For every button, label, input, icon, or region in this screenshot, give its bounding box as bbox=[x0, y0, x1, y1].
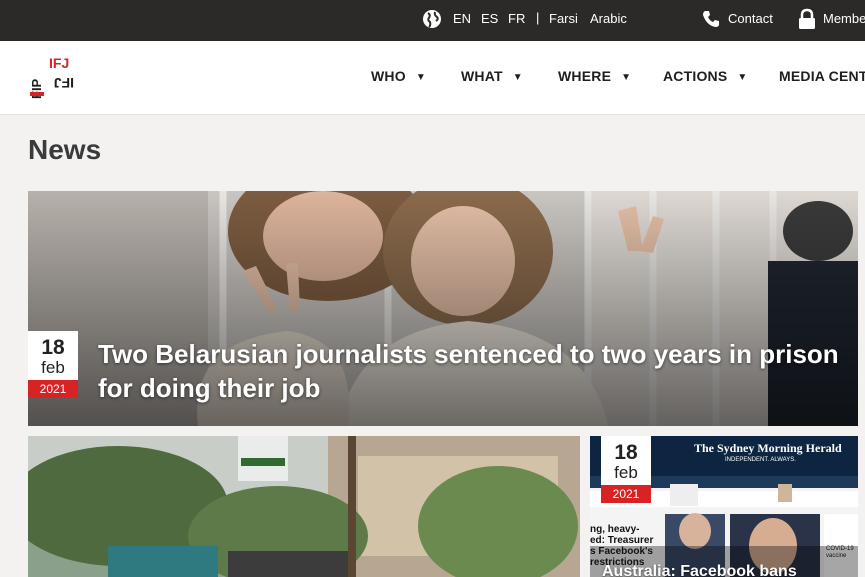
sidebar-snippet: COVID-19 vaccine bbox=[826, 546, 854, 559]
headline-snippets: ng, heavy- ed: Treasurer s Facebook's re… bbox=[590, 524, 653, 568]
masthead-tagline: INDEPENDENT. ALWAYS. bbox=[725, 457, 796, 463]
date-year: 2021 bbox=[28, 380, 78, 398]
date-badge: 18 feb 2021 bbox=[601, 436, 651, 503]
caret-down-icon: ▼ bbox=[737, 72, 748, 83]
date-day: 18 bbox=[41, 336, 65, 359]
news-card[interactable]: The Sydney Morning Herald INDEPENDENT. A… bbox=[590, 436, 858, 577]
caret-down-icon: ▼ bbox=[621, 72, 632, 83]
svg-text:IFJ: IFJ bbox=[49, 55, 69, 71]
utility-bar: EN ES FR | Farsi Arabic Contact Members bbox=[0, 0, 865, 41]
news-card-image bbox=[28, 436, 580, 577]
caret-down-icon: ▼ bbox=[415, 72, 426, 83]
phone-icon bbox=[703, 11, 719, 27]
nav-item-where[interactable]: WHERE ▼ bbox=[558, 68, 631, 84]
news-card[interactable] bbox=[28, 436, 580, 577]
masthead: The Sydney Morning Herald bbox=[694, 441, 842, 455]
svg-text:IFJ: IFJ bbox=[54, 75, 74, 91]
ifj-logo[interactable]: IFJ FIP IFJ bbox=[28, 52, 78, 104]
page-title: News bbox=[28, 134, 102, 165]
featured-news-title[interactable]: Two Belarusian journalists sentenced to … bbox=[98, 337, 858, 405]
nav-item-who[interactable]: WHO ▼ bbox=[371, 68, 426, 84]
globe-icon[interactable] bbox=[422, 9, 442, 29]
date-badge: 18 feb 2021 bbox=[28, 331, 78, 398]
lock-icon bbox=[799, 8, 815, 29]
headline-snippet: s Facebook's bbox=[590, 546, 653, 557]
date-day: 18 bbox=[614, 441, 638, 464]
nav-item-media-centre[interactable]: MEDIA CENTRE bbox=[779, 68, 865, 84]
language-separator: | bbox=[536, 10, 540, 25]
nav-item-label: MEDIA CENTRE bbox=[779, 68, 865, 84]
caret-down-icon: ▼ bbox=[512, 72, 523, 83]
lang-fr-link[interactable]: FR bbox=[508, 11, 525, 26]
lang-arabic-link[interactable]: Arabic bbox=[590, 11, 627, 26]
nav-item-actions[interactable]: ACTIONS ▼ bbox=[663, 68, 748, 84]
headline-snippet: ed: Treasurer bbox=[590, 535, 654, 546]
members-link[interactable]: Members bbox=[823, 11, 865, 26]
nav-item-label: ACTIONS bbox=[663, 68, 728, 84]
date-month: feb bbox=[614, 463, 638, 482]
nav-item-what[interactable]: WHAT ▼ bbox=[461, 68, 523, 84]
date-month: feb bbox=[41, 358, 65, 377]
lang-farsi-link[interactable]: Farsi bbox=[549, 11, 578, 26]
news-card-title[interactable]: Australia: Facebook bans bbox=[602, 563, 797, 577]
nav-item-label: WHO bbox=[371, 68, 406, 84]
nav-item-label: WHAT bbox=[461, 68, 503, 84]
lang-en-link[interactable]: EN bbox=[453, 11, 471, 26]
nav-item-label: WHERE bbox=[558, 68, 612, 84]
contact-link[interactable]: Contact bbox=[728, 11, 773, 26]
lang-es-link[interactable]: ES bbox=[481, 11, 498, 26]
headline-snippet: ng, heavy- bbox=[590, 524, 640, 535]
featured-news-card[interactable]: 18 feb 2021 Two Belarusian journalists s… bbox=[28, 191, 858, 426]
main-navigation: IFJ FIP IFJ WHO ▼ WHAT ▼ WHERE ▼ ACTIONS ▼ M… bbox=[0, 41, 865, 115]
date-year: 2021 bbox=[601, 485, 651, 503]
